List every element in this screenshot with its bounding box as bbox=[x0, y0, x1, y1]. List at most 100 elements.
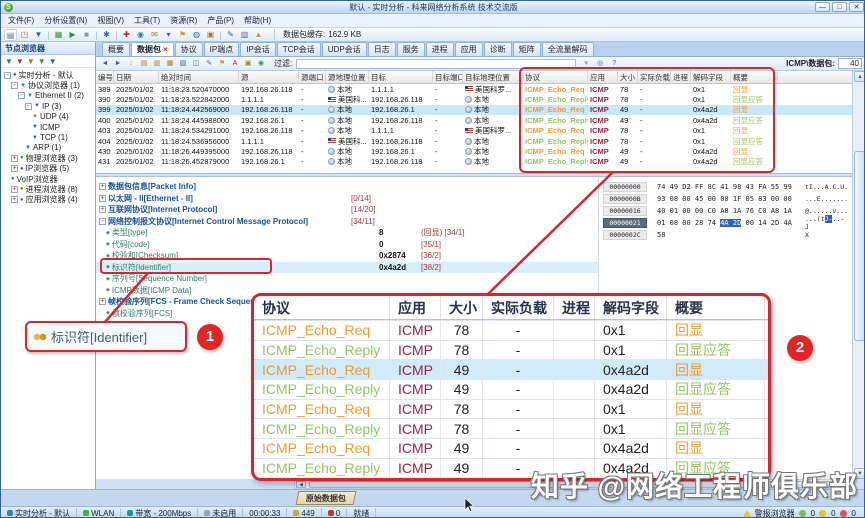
packet-toolbar-icon[interactable]: ◉ bbox=[255, 58, 267, 69]
toolbar-icon[interactable]: ▾ bbox=[162, 29, 175, 41]
expander-icon[interactable]: - bbox=[18, 92, 25, 99]
toolbar-icon[interactable]: ✚ bbox=[120, 29, 133, 41]
toolbar-icon[interactable]: ✉ bbox=[148, 29, 161, 41]
expander-icon[interactable]: + bbox=[99, 183, 106, 190]
column-header[interactable]: 源端口 bbox=[299, 71, 326, 83]
view-tab[interactable]: 进程 bbox=[426, 42, 454, 56]
packet-toolbar-icon[interactable]: ▣ bbox=[242, 58, 254, 69]
toolbar-icon[interactable]: | bbox=[114, 29, 119, 41]
expander-icon[interactable]: - bbox=[25, 103, 32, 110]
raw-packet-tab[interactable]: 原始数据包 bbox=[296, 491, 357, 505]
view-tab[interactable]: 矩阵 bbox=[513, 42, 541, 56]
expander-icon[interactable]: + bbox=[11, 165, 18, 172]
toolbar-icon[interactable]: ▦ bbox=[52, 29, 65, 41]
maximize-button[interactable]: □ bbox=[832, 2, 847, 12]
toolbar-icon[interactable]: ▣ bbox=[204, 29, 217, 41]
funnel-icon[interactable]: ▼ bbox=[27, 57, 35, 66]
column-header[interactable]: 绝对时间 bbox=[159, 71, 239, 83]
minimize-button[interactable]: — bbox=[815, 2, 830, 12]
column-header[interactable]: 源地理位置 bbox=[326, 71, 369, 83]
funnel-icon[interactable]: ▼ bbox=[16, 57, 24, 66]
menu-item[interactable]: 文件(F) bbox=[4, 14, 38, 27]
view-tab[interactable]: 应用 bbox=[455, 42, 483, 56]
expander-icon[interactable]: + bbox=[99, 298, 106, 305]
menu-item[interactable]: 帮助(H) bbox=[240, 14, 275, 27]
expander-icon[interactable]: - bbox=[99, 218, 106, 225]
packet-toolbar-icon[interactable]: ▧ bbox=[177, 58, 189, 69]
tree-node[interactable]: - ▼ 协议浏览器 (1) bbox=[1, 80, 95, 90]
vertical-scrollbar[interactable]: ▲ ▼ bbox=[852, 71, 865, 479]
toolbar-icon[interactable]: ✎ bbox=[224, 29, 237, 41]
toolbar-icon[interactable]: ◍ bbox=[190, 29, 203, 41]
column-header[interactable]: 目标地理位置 bbox=[463, 71, 523, 83]
expander-icon[interactable]: - bbox=[4, 72, 11, 79]
alert-browser-label[interactable]: 警报浏览器 bbox=[755, 508, 795, 518]
toolbar-icon[interactable]: ✱ bbox=[100, 29, 113, 41]
packet-toolbar-icon[interactable]: ▦ bbox=[164, 58, 176, 69]
expander-icon[interactable]: + bbox=[99, 206, 106, 213]
tree-node[interactable]: + ● IP浏览器 (5) bbox=[1, 164, 95, 174]
view-tab[interactable]: 服务 bbox=[397, 42, 425, 56]
expander-icon[interactable]: + bbox=[99, 195, 106, 202]
view-tab[interactable]: 诊断 bbox=[484, 42, 512, 56]
menu-item[interactable]: 资源(R) bbox=[166, 14, 201, 27]
scrollbar-thumb[interactable] bbox=[854, 151, 865, 341]
view-tab[interactable]: 全流量解码 bbox=[542, 42, 594, 56]
menu-item[interactable]: 工具(T) bbox=[130, 14, 164, 27]
packet-toolbar-icon[interactable]: ▤ bbox=[138, 58, 150, 69]
toolbar-icon[interactable]: | bbox=[218, 29, 223, 41]
menu-item[interactable]: 视图(V) bbox=[93, 14, 128, 27]
tree-node[interactable]: + ● 物理浏览器 (3) bbox=[1, 153, 95, 163]
packet-toolbar-icon[interactable]: A bbox=[229, 58, 241, 69]
view-tab[interactable]: TCP会话 bbox=[277, 42, 321, 56]
expander-icon[interactable]: + bbox=[11, 155, 18, 162]
packet-toolbar-icon[interactable]: ◄ bbox=[99, 58, 111, 69]
scroll-left-icon[interactable]: ◀ bbox=[296, 481, 306, 488]
view-tab[interactable]: 日志 bbox=[368, 42, 396, 56]
scroll-up-icon[interactable]: ▲ bbox=[854, 71, 865, 82]
funnel-icon[interactable]: ▼ bbox=[38, 57, 46, 66]
toolbar-icon[interactable]: | bbox=[94, 29, 99, 41]
hex-row[interactable]: 00000000 74 49 D2 FF 8C 41 98 43 FA 55 9… bbox=[603, 181, 848, 193]
tree-node[interactable]: - ▼ Ethernet II (2) bbox=[1, 91, 95, 101]
menu-item[interactable]: 分析设置(N) bbox=[40, 14, 91, 27]
toolbar-icon[interactable]: ▲ bbox=[252, 29, 265, 41]
packet-toolbar-icon[interactable]: ▥ bbox=[151, 58, 163, 69]
tree-node[interactable]: ▼ ICMP bbox=[1, 122, 95, 132]
expander-icon[interactable]: + bbox=[11, 186, 18, 193]
tree-node[interactable]: - ▼ IP (3) bbox=[1, 101, 95, 111]
close-tab-icon[interactable]: × bbox=[163, 45, 168, 54]
tree-node[interactable]: ▼ ARP (1) bbox=[1, 143, 95, 153]
toolbar-icon[interactable]: | bbox=[46, 29, 51, 41]
view-tab[interactable]: UDP会话 bbox=[322, 42, 367, 56]
column-header[interactable]: 源 bbox=[239, 71, 299, 83]
hex-row[interactable]: 00000021 01 08 00 28 74 4A 2D 00 14 2D 4… bbox=[603, 217, 848, 229]
close-button[interactable]: ✕ bbox=[849, 2, 864, 12]
funnel-icon[interactable]: ▼ bbox=[5, 57, 13, 66]
view-tab[interactable]: 数据包 × bbox=[131, 42, 174, 56]
tree-node[interactable]: ▼ TCP (1) bbox=[1, 132, 95, 142]
tree-node[interactable]: ● VoIP浏览器 bbox=[1, 174, 95, 184]
toolbar-icon[interactable]: ▶ bbox=[66, 29, 79, 41]
view-tab[interactable]: IP端点 bbox=[204, 42, 240, 56]
packet-toolbar-icon[interactable]: ⚑ bbox=[216, 58, 228, 69]
tree-node[interactable]: + ● 应用浏览器 (4) bbox=[1, 195, 95, 205]
packet-toolbar-icon[interactable]: ► bbox=[112, 58, 124, 69]
hex-row[interactable]: 0000000B 93 08 00 45 00 00 1F 05 83 00 0… bbox=[603, 193, 848, 205]
counter-value[interactable]: 40 bbox=[838, 58, 862, 69]
packet-toolbar-icon[interactable]: ↕ bbox=[125, 58, 137, 69]
packet-toolbar-icon[interactable]: ◫ bbox=[190, 58, 202, 69]
column-header[interactable]: 目标 bbox=[369, 71, 433, 83]
view-tab[interactable]: 协议 bbox=[175, 42, 203, 56]
decode-tree-row[interactable]: ◆ 序列号[Sequence Number] bbox=[96, 273, 852, 285]
column-header[interactable]: 日期 bbox=[114, 71, 159, 83]
column-header[interactable]: 目标端口 bbox=[433, 71, 463, 83]
toolbar-icon[interactable]: ▧ bbox=[238, 29, 251, 41]
toolbar-icon[interactable]: ▼ bbox=[32, 29, 45, 41]
expander-icon[interactable]: - bbox=[11, 82, 18, 89]
view-tab[interactable]: IP会话 bbox=[240, 42, 276, 56]
menu-item[interactable]: 产品(P) bbox=[203, 14, 238, 27]
expander-icon[interactable]: + bbox=[11, 196, 18, 203]
toolbar-icon[interactable]: ⚑ bbox=[176, 29, 189, 41]
view-tab[interactable]: 概要 bbox=[102, 42, 130, 56]
